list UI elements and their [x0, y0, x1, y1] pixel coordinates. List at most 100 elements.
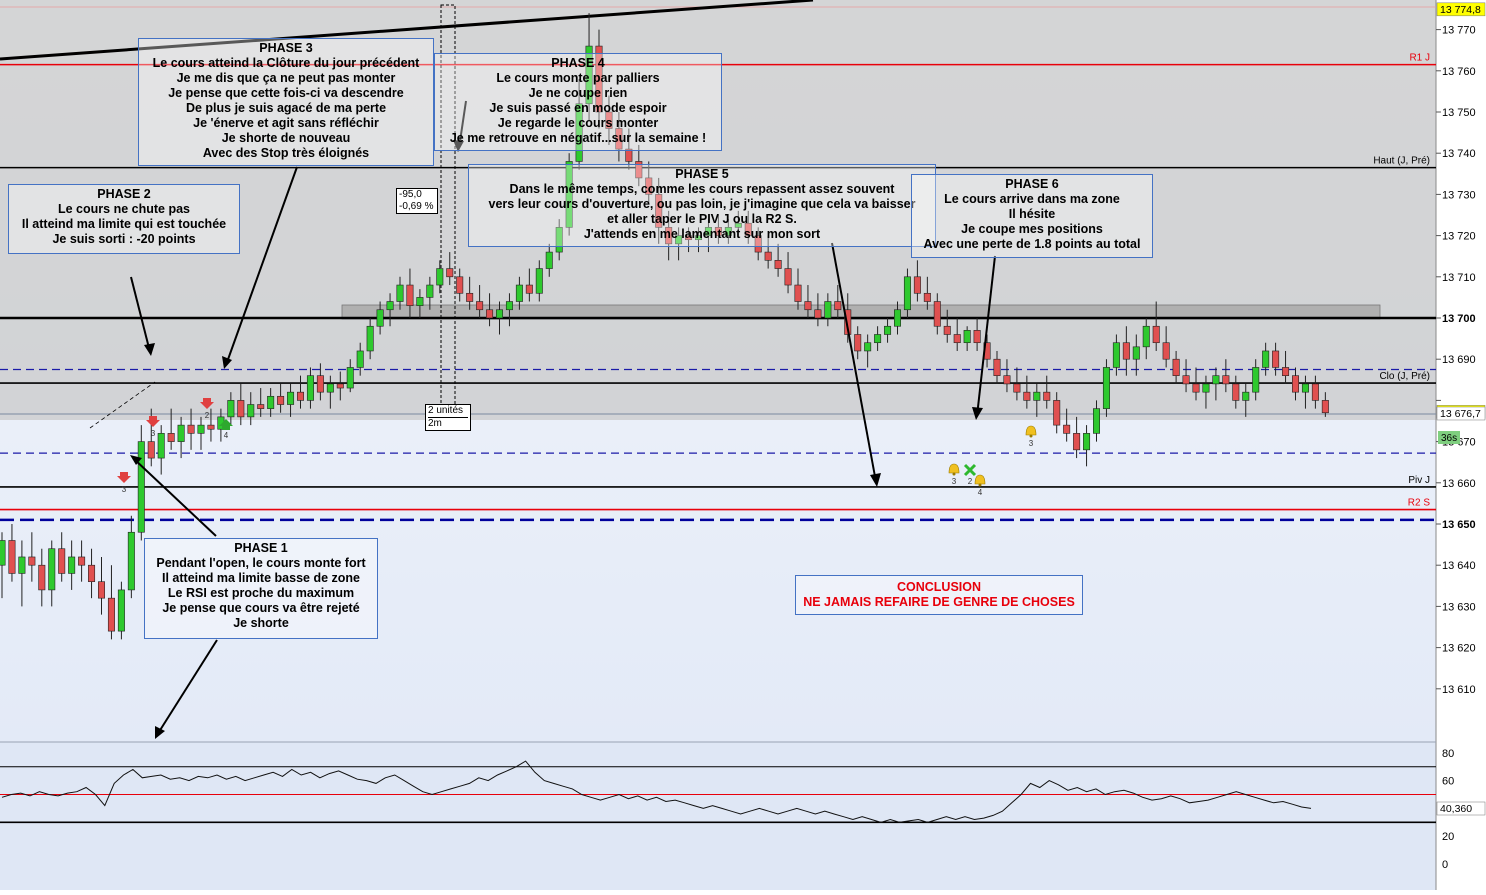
candle-body: [227, 400, 235, 418]
candle-body: [1202, 383, 1210, 393]
svg-text:40,360: 40,360: [1440, 803, 1472, 815]
candle-body: [257, 404, 265, 409]
candle-body: [1093, 408, 1101, 434]
phase6-line: Avec une perte de 1.8 points au total: [923, 237, 1141, 251]
candle-body: [1232, 383, 1240, 401]
axis-tick-label: 13 750: [1442, 107, 1476, 119]
candle-body: [824, 301, 832, 319]
candle-body: [1003, 375, 1011, 385]
phase1-line: Pendant l'open, le cours monte fort: [156, 556, 366, 570]
phase1-line: Je shorte: [233, 616, 289, 630]
svg-text:13 774,8: 13 774,8: [1440, 4, 1481, 16]
measure-points: -95,0: [399, 189, 422, 200]
candle-body: [1301, 383, 1309, 393]
phase5-line: vers leur cours d'ouverture, ou pas loin…: [488, 197, 916, 211]
candle-body: [893, 309, 901, 327]
candle-body: [107, 597, 115, 632]
candle-body: [38, 564, 46, 591]
marker-count: 4: [224, 431, 229, 440]
candle-body: [505, 301, 513, 311]
level-label: Haut (J, Pré): [1373, 156, 1430, 167]
phase1-box: PHASE 1 Pendant l'open, le cours monte f…: [144, 538, 378, 639]
marker-count: 2: [968, 477, 973, 486]
phase6-box: PHASE 6 Le cours arrive dans ma zone Il …: [911, 174, 1153, 258]
phase6-title: PHASE 6: [1005, 177, 1059, 191]
phase3-line: Avec des Stop très éloignés: [202, 146, 370, 160]
phase5-line: Dans le même temps, comme les cours repa…: [509, 182, 895, 196]
candle-body: [28, 556, 36, 566]
candle-body: [1083, 433, 1091, 451]
marker-count: 4: [978, 488, 983, 497]
axis-tick-label: 13 730: [1442, 189, 1476, 201]
marker-count: 3: [151, 429, 156, 438]
candle-body: [1053, 400, 1061, 426]
candle-body: [1321, 400, 1329, 414]
phase2-box: PHASE 2 Le cours ne chute pas Il atteind…: [8, 184, 240, 254]
candle: [117, 581, 125, 640]
level-label: Clo (J, Pré): [1379, 371, 1430, 382]
position-tag[interactable]: 2 unités 2m: [425, 404, 471, 431]
candle-body: [834, 301, 842, 311]
axis-tick-label: 13 660: [1442, 478, 1476, 490]
candle-body: [1043, 391, 1051, 401]
marker-count: 3: [1029, 439, 1034, 448]
phase6-line: Je coupe mes positions: [961, 222, 1103, 236]
candle-body: [1282, 367, 1290, 376]
candle-body: [933, 301, 941, 327]
candle-body: [366, 325, 374, 352]
marker-count: 3: [122, 485, 127, 494]
phase2-line: Le cours ne chute pas: [58, 202, 190, 216]
candle-body: [993, 358, 1001, 376]
candle-body: [1013, 383, 1021, 393]
axis-tick-label: 13 740: [1442, 148, 1476, 160]
candle-body: [486, 309, 494, 319]
candle-body: [326, 383, 334, 393]
price-tag: 13 774,8: [1436, 2, 1486, 17]
candle-body: [356, 350, 364, 368]
candle-body: [1142, 325, 1150, 348]
candle-body: [58, 548, 66, 574]
conclusion-text: NE JAMAIS REFAIRE DE GENRE DE CHOSES: [803, 595, 1075, 609]
candle-body: [117, 589, 125, 632]
axis-tick-label: 13 710: [1442, 272, 1476, 284]
axis-tick-label: 13 620: [1442, 643, 1476, 655]
axis-tick-label: 13 700: [1442, 313, 1476, 325]
candle-body: [157, 433, 165, 459]
position-timeframe: 2m: [428, 418, 442, 429]
candle-body: [456, 276, 464, 294]
phase3-line: Le cours atteind la Clôture du jour préc…: [152, 56, 420, 70]
candle-body: [1311, 383, 1319, 401]
phase3-line: Je me dis que ça ne peut pas monter: [176, 71, 396, 85]
candle-body: [943, 325, 951, 335]
candle-body: [177, 424, 185, 442]
phase4-line: Je me retrouve en négatif...sur la semai…: [449, 131, 707, 145]
rsi-axis-label: 0: [1442, 859, 1448, 871]
axis-tick-label: 13 690: [1442, 354, 1476, 366]
candle-body: [884, 325, 892, 335]
phase5-box: PHASE 5 Dans le même temps, comme les co…: [468, 164, 936, 247]
phase4-line: Je regarde le cours monter: [497, 116, 659, 130]
phase2-line: Je suis sorti : -20 points: [52, 232, 196, 246]
candle-body: [1122, 342, 1130, 360]
candle-body: [1222, 375, 1230, 385]
phase4-box: PHASE 4 Le cours monte par palliers Je n…: [434, 53, 722, 151]
phase3-line: De plus je suis agacé de ma perte: [185, 101, 387, 115]
candle-body: [98, 581, 106, 599]
candle-body: [784, 268, 792, 286]
phase1-line: Il atteind ma limite basse de zone: [162, 571, 360, 585]
phase5-line: et aller taper le PIV J ou la R2 S.: [607, 212, 797, 226]
candle-body: [1172, 358, 1180, 376]
candle-body: [1073, 433, 1081, 451]
level-label: R1 J: [1409, 53, 1430, 64]
phase6-line: Il hésite: [1008, 207, 1056, 221]
candle-body: [127, 531, 135, 591]
candle-body: [515, 284, 523, 302]
candle-body: [1262, 350, 1270, 368]
candle-body: [794, 284, 802, 302]
chart-window[interactable]: R1 J Haut (J, Pré) Clo (J, Pré) Piv J R2 S 3…: [0, 0, 1486, 890]
candle-body: [88, 564, 96, 582]
rsi-axis-label: 60: [1442, 776, 1454, 788]
candle-body: [247, 404, 255, 418]
timer-badge: 36s: [1438, 431, 1460, 444]
candle-body: [48, 548, 56, 591]
